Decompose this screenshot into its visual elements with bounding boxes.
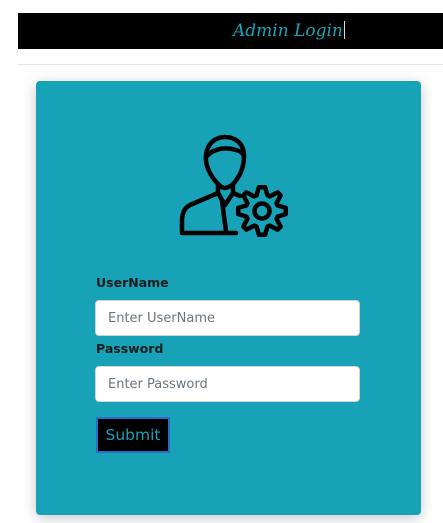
password-input[interactable]: [95, 366, 360, 402]
username-label: UserName: [96, 275, 169, 290]
page-title-text: Admin Login: [233, 21, 343, 41]
password-label: Password: [96, 341, 164, 356]
page-title: Admin Login: [233, 20, 345, 42]
text-caret: [343, 21, 345, 39]
username-input[interactable]: [95, 300, 360, 336]
header-bar: Admin Login: [18, 13, 443, 49]
admin-settings-icon: [179, 134, 288, 238]
header-divider: [18, 64, 443, 65]
submit-button[interactable]: Submit: [96, 417, 170, 453]
